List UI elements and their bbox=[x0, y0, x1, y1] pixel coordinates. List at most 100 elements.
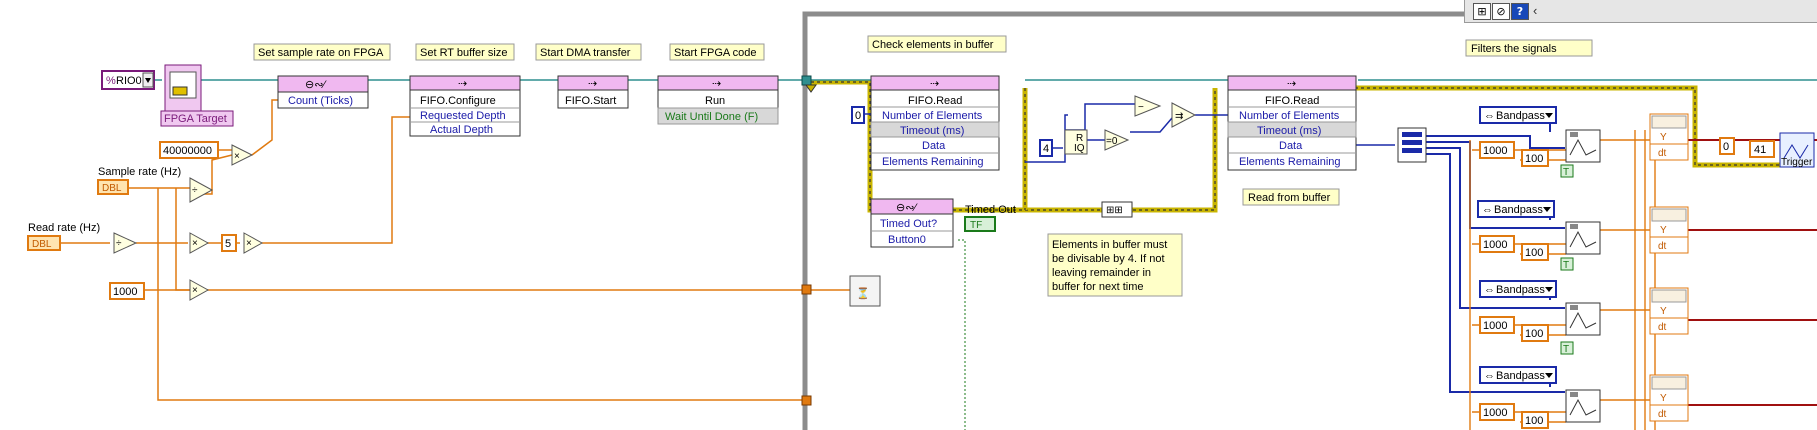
read-rate-control[interactable]: DBL bbox=[27, 235, 61, 251]
build-waveform-node[interactable]: Ydt bbox=[1649, 206, 1689, 254]
svg-text:Data: Data bbox=[922, 140, 946, 152]
build-waveform-node[interactable]: Ydt bbox=[1649, 374, 1689, 422]
svg-text:be divisable by 4. If not: be divisable by 4. If not bbox=[1052, 253, 1165, 265]
filter-vi-icon[interactable] bbox=[1565, 389, 1601, 423]
bool-constant[interactable]: T bbox=[1560, 257, 1574, 271]
svg-text:Set sample rate on FPGA: Set sample rate on FPGA bbox=[258, 47, 384, 59]
multiply-node[interactable]: × bbox=[243, 232, 264, 254]
constant-1000[interactable]: 1000 bbox=[109, 282, 145, 300]
build-array-node[interactable]: ⊞⊞ bbox=[1101, 201, 1133, 218]
tools-palette-icon[interactable]: ⊞ bbox=[1473, 3, 1491, 20]
svg-text:T: T bbox=[1563, 344, 1569, 355]
svg-text:÷: ÷ bbox=[192, 185, 198, 196]
svg-text:×: × bbox=[192, 285, 198, 296]
sample-rate-label: Sample rate (Hz) bbox=[98, 166, 181, 178]
build-waveform-node[interactable]: Ydt bbox=[1649, 287, 1689, 335]
constant-41[interactable]: 41 bbox=[1749, 140, 1775, 158]
bool-constant[interactable]: T bbox=[1560, 164, 1574, 178]
lock-icon[interactable]: ⊘ bbox=[1492, 3, 1510, 20]
filter-vi-icon[interactable] bbox=[1565, 129, 1601, 163]
fifo-read-node-1[interactable]: ⇢ FIFO.Read Number of Elements Timeout (… bbox=[870, 75, 1000, 171]
fifo-configure-node[interactable]: ⇢ FIFO.Configure Requested Depth Actual … bbox=[409, 75, 521, 137]
bandpass-selector[interactable]: ⇔ Bandpass bbox=[1477, 200, 1555, 218]
constant-100[interactable]: 100 bbox=[1521, 324, 1549, 342]
filter-vi-icon[interactable] bbox=[1565, 221, 1601, 255]
svg-text:Count (Ticks): Count (Ticks) bbox=[288, 95, 353, 107]
palette-toolbar: ⊞ ⊘ ? ‹ bbox=[1464, 0, 1817, 23]
constant-100[interactable]: 100 bbox=[1521, 243, 1549, 261]
constant-1000[interactable]: 1000 bbox=[1479, 235, 1515, 253]
fifo-read-node-2[interactable]: ⇢ FIFO.Read Number of Elements Timeout (… bbox=[1227, 75, 1357, 171]
svg-text:RIO0: RIO0 bbox=[116, 75, 142, 87]
constant-40000000[interactable]: 40000000 bbox=[159, 141, 219, 159]
label-filters: Filters the signals bbox=[1465, 39, 1593, 57]
svg-text:⊞⊞: ⊞⊞ bbox=[1106, 205, 1123, 216]
bandpass-selector[interactable]: ⇔ Bandpass bbox=[1479, 366, 1557, 384]
label-set-sample-rate: Set sample rate on FPGA bbox=[253, 43, 391, 61]
constant-1000[interactable]: 1000 bbox=[1479, 141, 1515, 159]
divide-node[interactable]: ÷ bbox=[189, 177, 214, 203]
constant-0[interactable]: 0 bbox=[1719, 137, 1735, 155]
resource-constant[interactable]: % RIO0 bbox=[101, 70, 155, 90]
svg-text:⇢: ⇢ bbox=[1287, 78, 1296, 90]
sample-rate-control[interactable]: DBL bbox=[97, 179, 129, 195]
svg-text:⊖∾⁄: ⊖∾⁄ bbox=[896, 202, 918, 214]
select-node[interactable]: ⇉ bbox=[1171, 102, 1197, 128]
subtract-node[interactable]: − bbox=[1134, 95, 1162, 117]
decimate-array-node[interactable] bbox=[1397, 127, 1427, 163]
svg-text:4: 4 bbox=[1043, 143, 1049, 155]
collapse-arrow-icon[interactable]: ‹ bbox=[1533, 3, 1537, 18]
build-waveform-node[interactable]: Ydt bbox=[1649, 113, 1689, 161]
filter-vi-icon[interactable] bbox=[1565, 302, 1601, 336]
bandpass-selector[interactable]: ⇔ Bandpass bbox=[1479, 106, 1557, 124]
svg-text:FIFO.Configure: FIFO.Configure bbox=[420, 95, 496, 107]
property-node-timed-out[interactable]: ⊖∾⁄ Timed Out? Button0 bbox=[870, 198, 954, 248]
constant-4[interactable]: 4 bbox=[1039, 139, 1053, 157]
svg-text:Actual Depth: Actual Depth bbox=[430, 124, 493, 136]
svg-text:1000: 1000 bbox=[1483, 407, 1507, 419]
multiply-node[interactable]: × bbox=[189, 232, 210, 254]
svg-text:Check elements in buffer: Check elements in buffer bbox=[872, 39, 994, 51]
svg-text:buffer for next time: buffer for next time bbox=[1052, 281, 1144, 293]
bool-constant[interactable]: T bbox=[1560, 341, 1574, 355]
constant-100[interactable]: 100 bbox=[1521, 149, 1549, 167]
help-icon[interactable]: ? bbox=[1511, 3, 1529, 20]
svg-text:dt: dt bbox=[1658, 409, 1667, 420]
constant-0[interactable]: 0 bbox=[851, 106, 865, 124]
constant-1000[interactable]: 1000 bbox=[1479, 403, 1515, 421]
constant-100[interactable]: 100 bbox=[1521, 411, 1549, 429]
run-method-node[interactable]: ⇢ Run Wait Until Done (F) bbox=[657, 75, 779, 125]
svg-text:FIFO.Start: FIFO.Start bbox=[565, 95, 616, 107]
svg-text:Timed Out?: Timed Out? bbox=[880, 218, 937, 230]
loop-tunnel bbox=[801, 75, 812, 86]
multiply-node[interactable]: × bbox=[189, 279, 210, 301]
svg-text:⇔: ⇔ bbox=[1484, 110, 1495, 122]
fifo-start-node[interactable]: ⇢ FIFO.Start bbox=[557, 75, 629, 109]
svg-text:Elements Remaining: Elements Remaining bbox=[1239, 156, 1341, 168]
trigger-vi-icon[interactable]: Trigger bbox=[1779, 132, 1815, 168]
svg-text:Timeout (ms): Timeout (ms) bbox=[1257, 125, 1321, 137]
svg-text:TF: TF bbox=[970, 220, 982, 231]
constant-1000[interactable]: 1000 bbox=[1479, 316, 1515, 334]
bandpass-selector[interactable]: ⇔ Bandpass bbox=[1479, 280, 1557, 298]
timed-out-label: Timed Out bbox=[965, 204, 1016, 216]
timed-out-indicator[interactable]: TF bbox=[964, 216, 996, 232]
svg-text:Y: Y bbox=[1660, 225, 1667, 236]
fpga-target-icon[interactable] bbox=[164, 64, 202, 114]
svg-text:⇉: ⇉ bbox=[1175, 111, 1183, 122]
multiply-node[interactable]: × bbox=[231, 144, 254, 166]
svg-text:Set RT buffer size: Set RT buffer size bbox=[420, 47, 507, 59]
constant-5[interactable]: 5 bbox=[221, 234, 237, 252]
property-node-count[interactable]: ⊖∾⁄ Count (Ticks) bbox=[277, 75, 369, 109]
wait-timer-node[interactable]: ⏳ bbox=[849, 275, 881, 307]
svg-text:leaving remainder in: leaving remainder in bbox=[1052, 267, 1151, 279]
svg-text:100: 100 bbox=[1525, 247, 1543, 259]
equal-zero-node[interactable]: =0 bbox=[1104, 129, 1130, 151]
quotient-remainder-node[interactable]: R IQ bbox=[1064, 129, 1088, 155]
svg-text:Y: Y bbox=[1660, 306, 1667, 317]
divide-node[interactable]: ÷ bbox=[113, 232, 138, 254]
filter-row-3: ⇔ Bandpass 1000 100 T Ydt bbox=[1479, 280, 1689, 355]
svg-text:40000000: 40000000 bbox=[163, 145, 212, 157]
waveform-wires bbox=[1688, 139, 1817, 406]
svg-text:Timeout (ms): Timeout (ms) bbox=[900, 125, 964, 137]
